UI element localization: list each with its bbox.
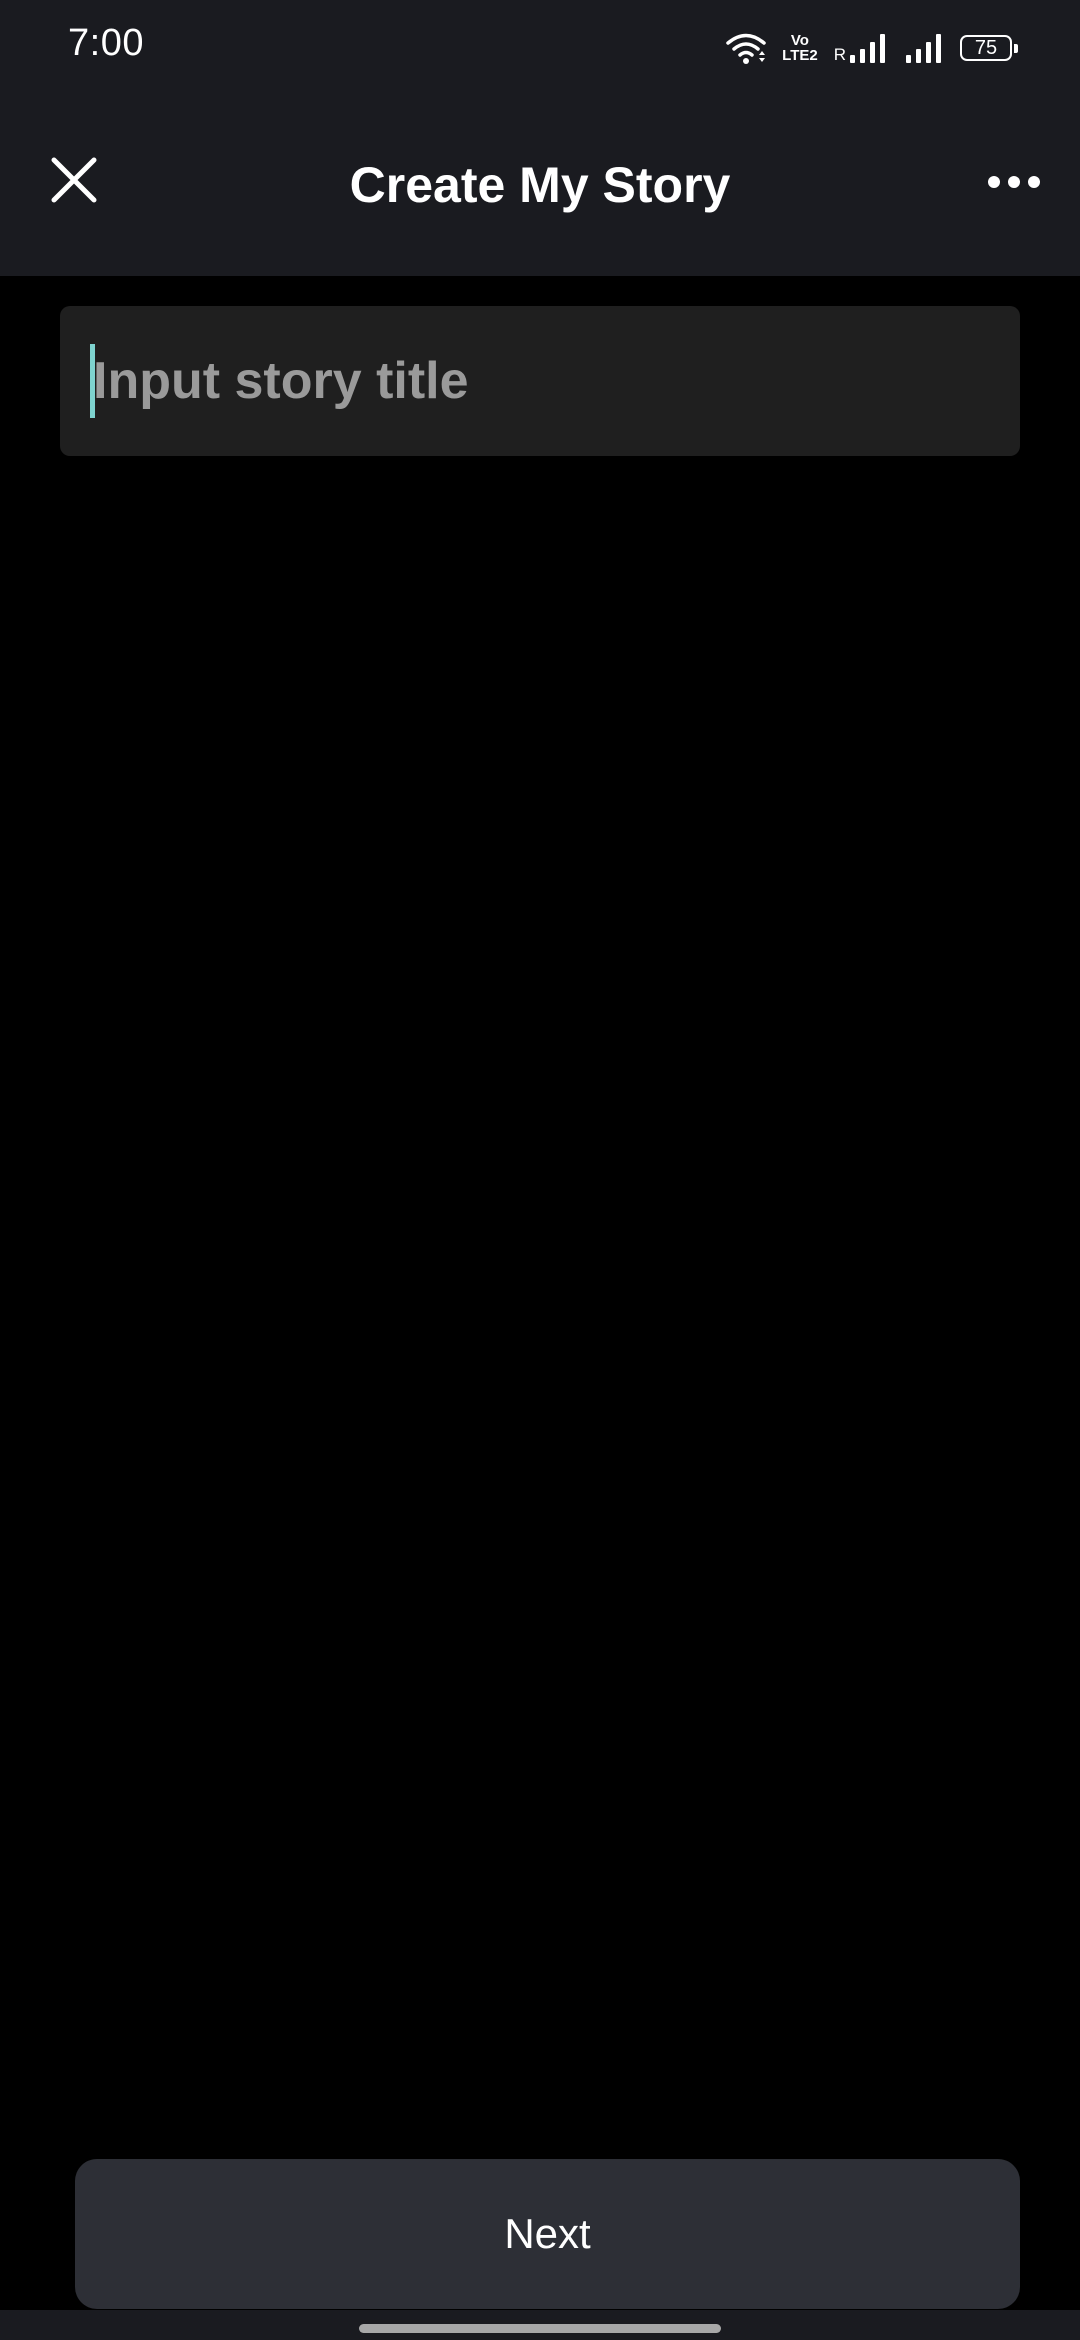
volte-top-label: Vo [790, 32, 809, 49]
story-title-field[interactable] [60, 306, 1020, 456]
battery-cap [1014, 44, 1018, 53]
app-bar: Create My Story [0, 96, 1080, 276]
volte-bottom-label: LTE2 [782, 47, 818, 64]
status-icons: Vo LTE2 R 75 [726, 28, 1018, 68]
page-title: Create My Story [349, 157, 731, 213]
status-time: 7:00 [68, 22, 144, 64]
home-indicator[interactable] [359, 2324, 721, 2333]
roaming-label: R [833, 45, 846, 64]
signal-icon-sim1: R [834, 31, 888, 65]
signal-icon-sim2 [904, 31, 944, 65]
battery-level: 75 [974, 36, 998, 59]
status-bar: 7:00 Vo LTE2 R 75 [0, 0, 1080, 96]
battery-icon: 75 [960, 35, 1018, 61]
story-title-input[interactable] [93, 331, 990, 431]
more-options-button[interactable] [974, 152, 1054, 212]
create-story-screen: 7:00 Vo LTE2 R 75 Create My Story Input … [0, 0, 1080, 2340]
more-horizontal-icon [988, 176, 1040, 188]
volte-icon: Vo LTE2 [782, 33, 818, 63]
wifi-icon [726, 31, 766, 65]
gesture-nav-area [0, 2310, 1080, 2340]
next-button[interactable]: Next [75, 2159, 1020, 2309]
